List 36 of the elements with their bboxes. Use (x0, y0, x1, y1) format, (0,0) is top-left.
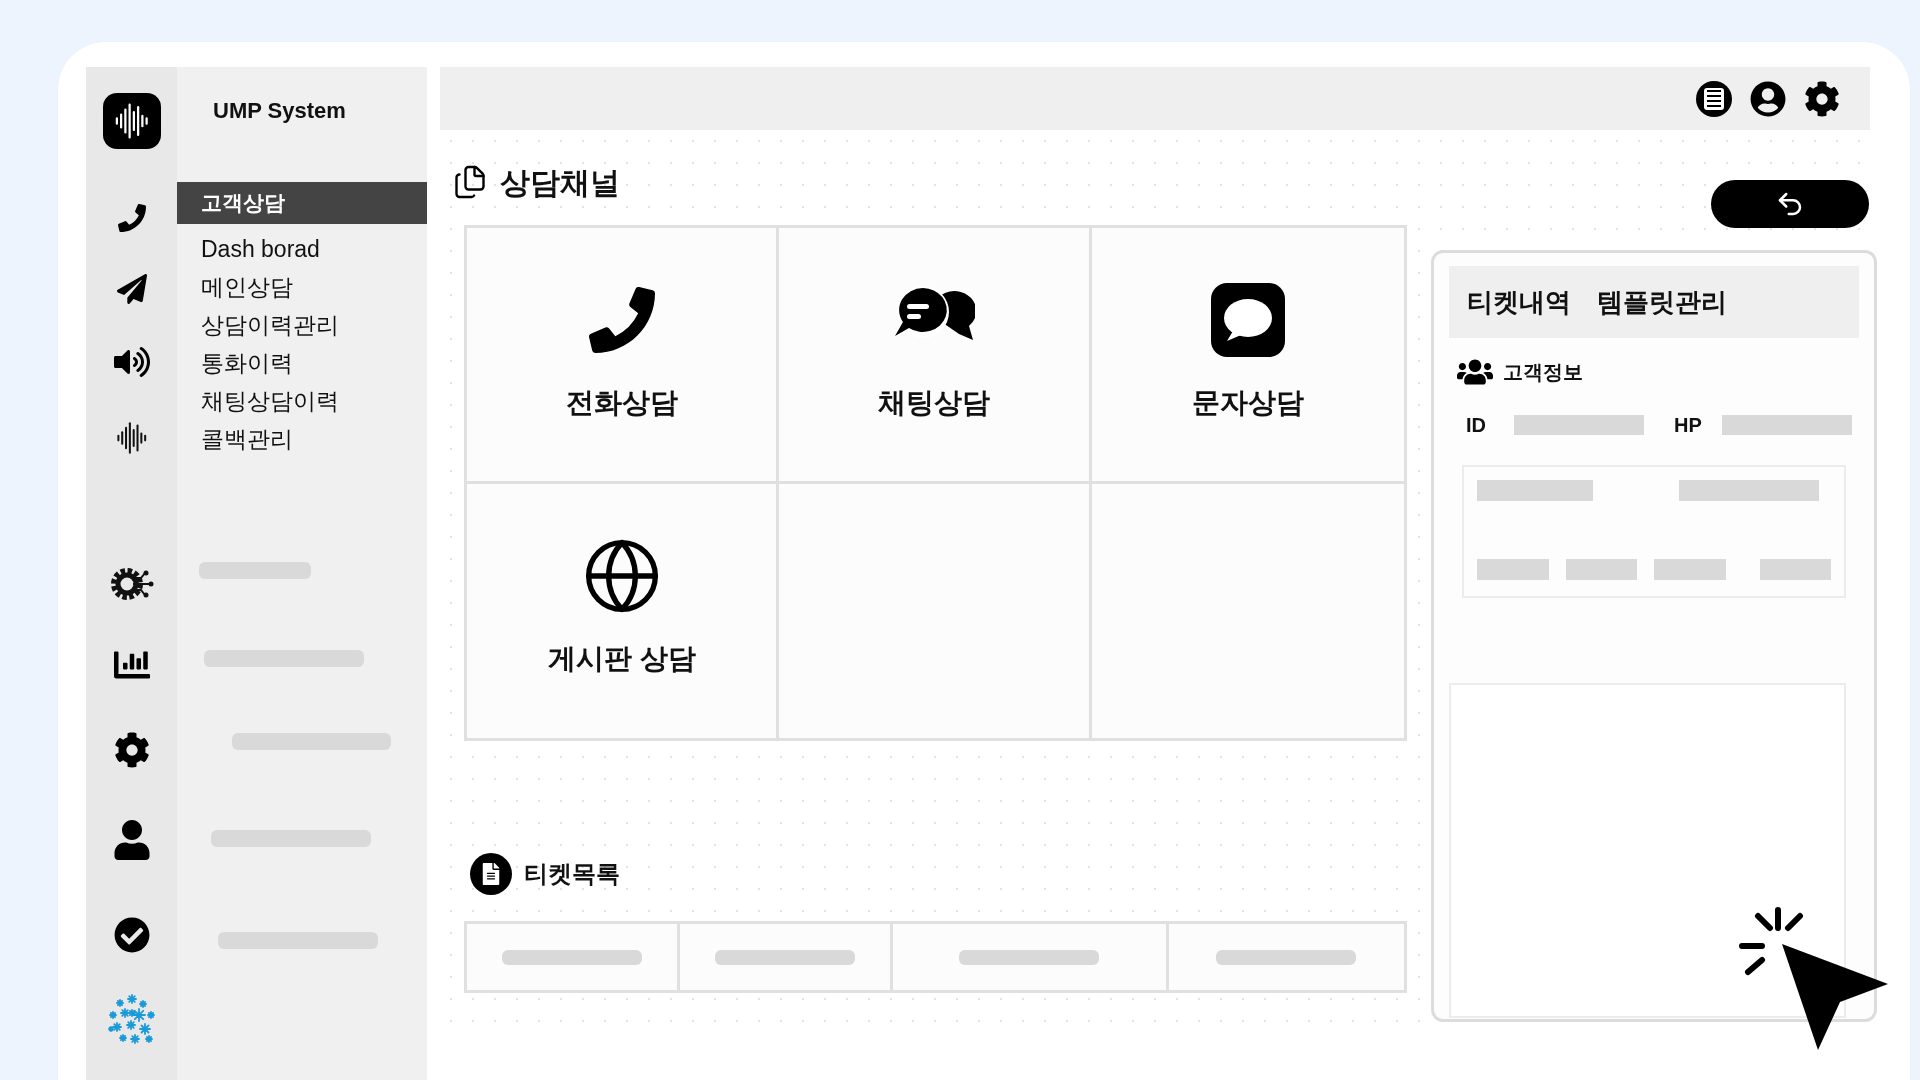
field-label: ID (1466, 413, 1487, 438)
document-icon (470, 853, 512, 895)
nav-item[interactable]: Dash borad (177, 230, 427, 268)
speaker-icon[interactable] (113, 344, 150, 380)
list-icon[interactable] (1696, 80, 1732, 117)
channel-tile[interactable]: 채팅상담 (779, 228, 1092, 484)
nav-item[interactable]: 메인상담 (177, 268, 427, 306)
nav-item[interactable]: 상담이력관리 (177, 306, 427, 344)
channel-tile[interactable]: 문자상담 (1091, 228, 1404, 484)
nav-item[interactable]: 고객상담 (177, 182, 427, 224)
field-label: HP (1674, 413, 1703, 438)
channel-tile[interactable]: 전화상담 (467, 228, 780, 484)
phone-icon (588, 287, 655, 353)
settings-icon[interactable] (1804, 80, 1840, 117)
back-button[interactable] (1711, 180, 1869, 228)
gear-circuit-icon[interactable] (108, 566, 155, 602)
panel-tab[interactable]: 템플릿관리 (1597, 282, 1727, 322)
nav-item[interactable]: 통화이력 (177, 344, 427, 382)
nav-item[interactable]: 콜백관리 (177, 420, 427, 458)
customer-info-title: 고객정보 (1503, 360, 1583, 385)
account-icon[interactable] (1750, 80, 1786, 117)
app-title: UMP System (213, 97, 346, 125)
phone-icon[interactable] (117, 204, 146, 232)
placeholder-bar (1654, 559, 1726, 580)
paper-plane-icon[interactable] (116, 274, 147, 304)
settings-icon[interactable] (113, 732, 150, 768)
channel-tile[interactable]: 게시판 상담 (467, 484, 780, 738)
placeholder-bar (1565, 559, 1637, 580)
section-title: 상담채널 (500, 164, 620, 201)
documents-icon (452, 164, 488, 200)
nav-item[interactable]: 채팅상담이력 (177, 382, 427, 420)
placeholder-bar (1759, 559, 1831, 580)
message-icon (1210, 283, 1285, 357)
section-title: 티켓목록 (524, 859, 620, 889)
placeholder-bar (1477, 559, 1549, 580)
panel-tab[interactable]: 티켓내역 (1467, 282, 1571, 322)
